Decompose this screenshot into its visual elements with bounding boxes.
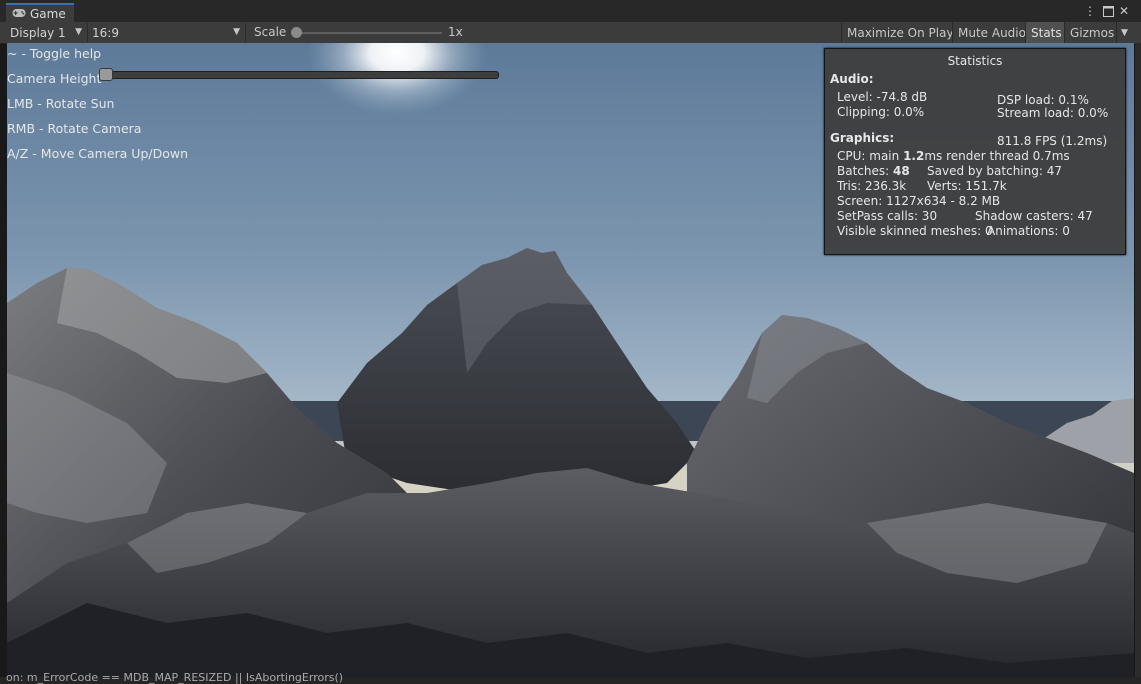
tab-bar: Game ⋮ ✕	[0, 0, 1141, 23]
help-lmb-text: LMB - Rotate Sun	[7, 96, 115, 111]
gizmos-button[interactable]: Gizmos	[1064, 22, 1116, 43]
camera-height-label: Camera Height	[7, 71, 102, 86]
gizmos-dropdown[interactable]: ▼	[1116, 22, 1135, 43]
saved-by-batching: Saved by batching: 47	[927, 164, 1062, 178]
kebab-menu-icon[interactable]: ⋮	[1083, 4, 1097, 18]
tris-count: Tris: 236.3k	[837, 179, 907, 193]
batches-line: Batches: 48	[837, 164, 910, 178]
right-panel-edge	[1135, 43, 1141, 684]
animations-count: Animations: 0	[987, 224, 1070, 238]
scale-value: 1x	[448, 25, 463, 39]
audio-clipping: Clipping: 0.0%	[837, 105, 925, 119]
cpu-main-value: 1.2	[903, 149, 925, 163]
aspect-dropdown-label: 16:9	[92, 25, 119, 40]
chevron-down-icon: ▼	[233, 27, 240, 37]
cpu-prefix: CPU: main	[837, 149, 904, 163]
batches-value: 48	[893, 164, 910, 178]
help-rmb-text: RMB - Rotate Camera	[7, 121, 142, 136]
statistics-panel: Statistics Audio: Level: -74.8 dB Clippi…	[824, 48, 1126, 255]
chevron-down-icon: ▼	[1121, 27, 1128, 38]
maximize-on-play-button[interactable]: Maximize On Play	[841, 22, 959, 43]
stats-title: Statistics	[947, 54, 1003, 68]
aspect-dropdown[interactable]: 16:9 ▼	[88, 23, 246, 42]
scale-slider-track[interactable]	[296, 32, 442, 34]
help-az-text: A/Z - Move Camera Up/Down	[7, 146, 189, 161]
stream-load: Stream load: 0.0%	[997, 106, 1109, 120]
close-icon[interactable]: ✕	[1117, 4, 1131, 18]
display-dropdown-label: Display 1	[10, 25, 66, 40]
console-message: on: m_ErrorCode == MDB_MAP_RESIZED || Is…	[6, 671, 344, 684]
fps-value: 811.8 FPS (1.2ms)	[997, 134, 1108, 148]
scale-label: Scale	[254, 25, 287, 39]
camera-height-slider-thumb[interactable]	[99, 68, 113, 81]
screen-info: Screen: 1127x634 - 8.2 MB	[837, 194, 1001, 208]
batches-prefix: Batches:	[837, 164, 893, 178]
stats-button[interactable]: Stats	[1025, 22, 1067, 43]
dsp-load: DSP load: 0.1%	[997, 93, 1089, 107]
tab-game[interactable]: Game	[6, 3, 74, 22]
help-toggle-text: ~ - Toggle help	[7, 46, 102, 61]
gamepad-icon	[12, 7, 26, 21]
audio-header: Audio:	[830, 72, 874, 86]
chevron-down-icon: ▼	[75, 27, 82, 37]
graphics-header: Graphics:	[830, 131, 895, 145]
visible-skinned-meshes: Visible skinned meshes: 0	[837, 224, 993, 238]
scale-slider-thumb[interactable]	[291, 27, 302, 38]
maximize-icon[interactable]	[1101, 4, 1115, 18]
cpu-line: CPU: main 1.2ms render thread 0.7ms	[837, 149, 1070, 163]
tab-label: Game	[30, 6, 66, 21]
mute-audio-button[interactable]: Mute Audio	[952, 22, 1031, 43]
camera-height-slider-track[interactable]	[100, 71, 499, 79]
display-dropdown[interactable]: Display 1 ▼	[6, 23, 88, 42]
cpu-suffix: ms render thread 0.7ms	[924, 149, 1070, 163]
verts-count: Verts: 151.7k	[927, 179, 1007, 193]
setpass-calls: SetPass calls: 30	[837, 209, 938, 223]
shadow-casters: Shadow casters: 47	[975, 209, 1093, 223]
audio-level: Level: -74.8 dB	[837, 90, 928, 104]
